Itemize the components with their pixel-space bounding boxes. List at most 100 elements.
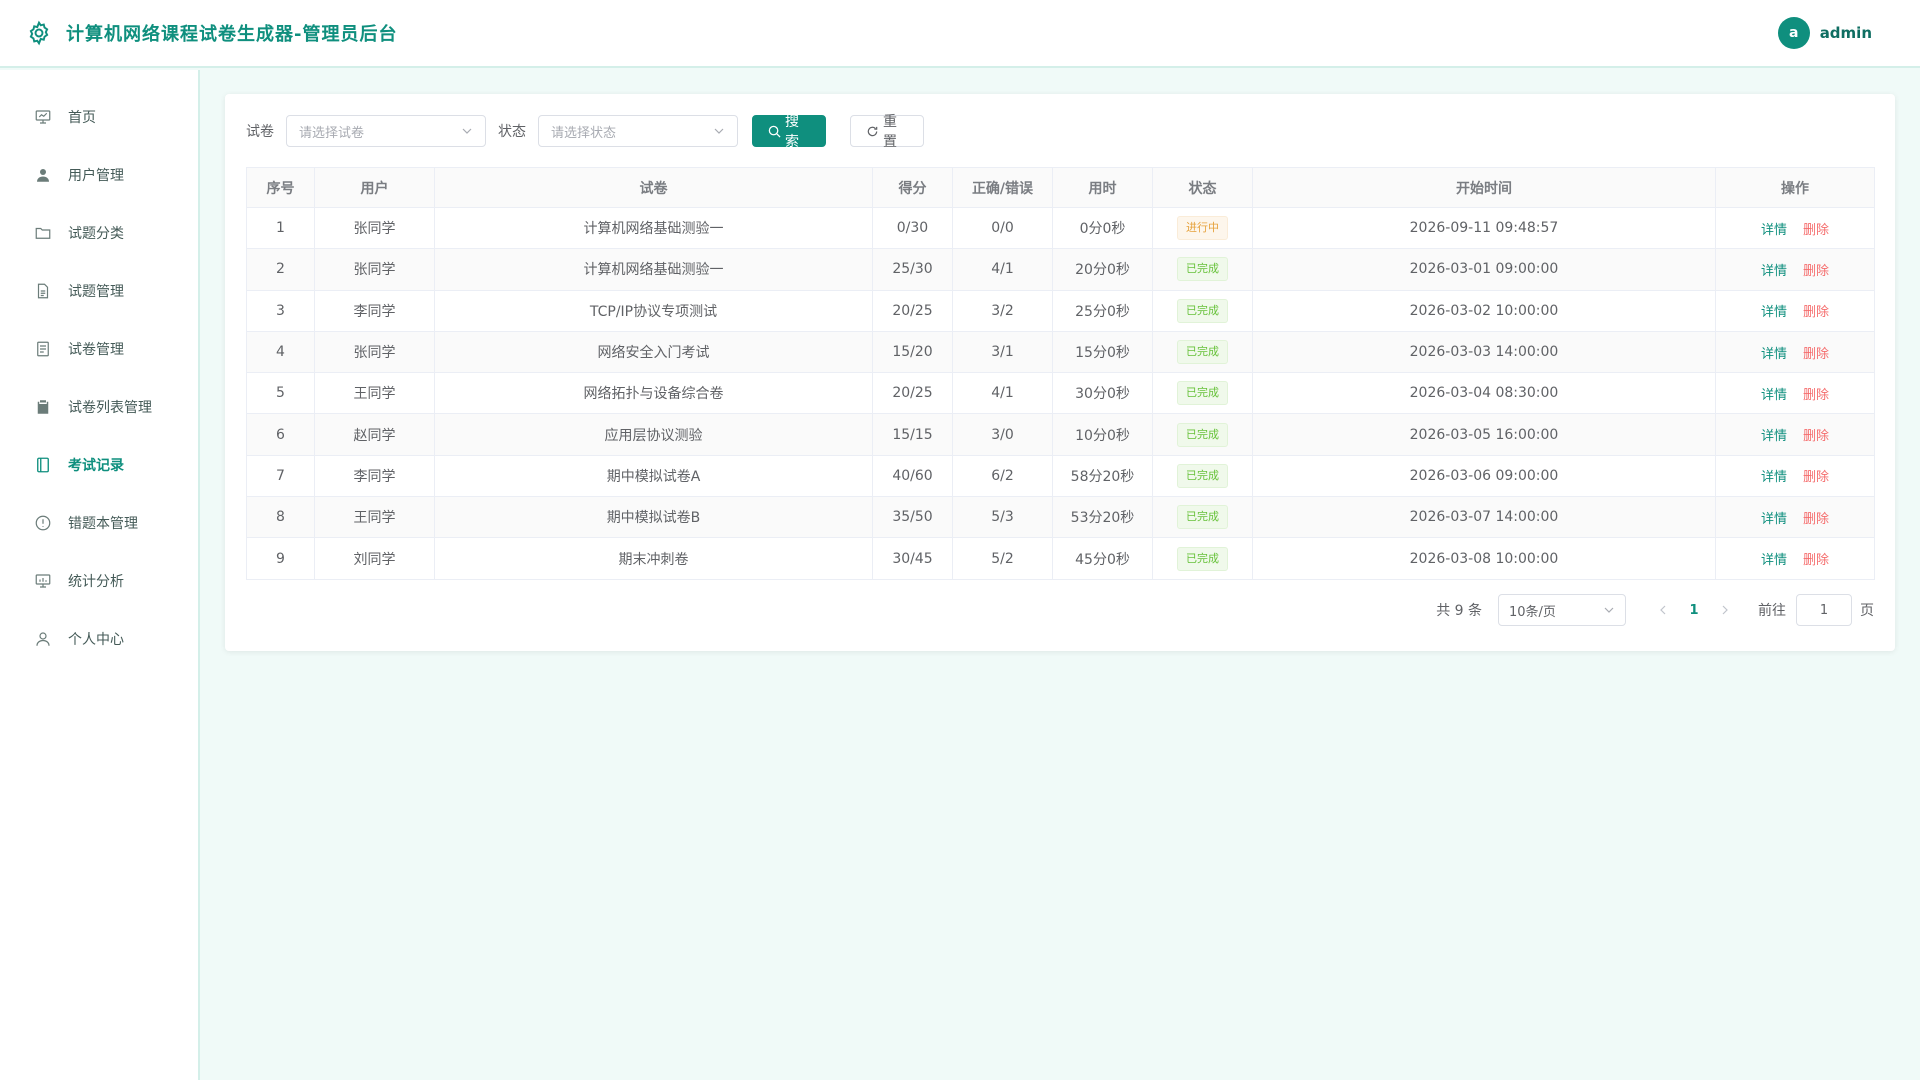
page-number-current[interactable]: 1 <box>1678 594 1710 626</box>
delete-link[interactable]: 删除 <box>1803 223 1829 238</box>
sidebar-item-label: 用户管理 <box>68 168 124 184</box>
status-badge: 已完成 <box>1177 546 1228 571</box>
refresh-icon <box>866 125 879 138</box>
view-detail-link[interactable]: 详情 <box>1761 512 1787 527</box>
paper-select[interactable]: 请选择试卷 <box>286 115 486 147</box>
prev-page-button[interactable] <box>1648 594 1678 626</box>
paper-icon <box>34 340 52 358</box>
jump-unit: 页 <box>1860 603 1874 619</box>
cell-score: 35/50 <box>872 496 953 539</box>
gear-icon <box>26 20 52 46</box>
cell-score: 0/30 <box>872 206 953 250</box>
delete-link[interactable]: 删除 <box>1803 512 1829 527</box>
avatar[interactable]: a <box>1777 17 1810 49</box>
exam-records-table: 序号 用户 试卷 得分 正确/错误 用时 状态 开始时间 操作 1 张同学 计算机网… <box>246 167 1875 580</box>
sidebar-item-label: 首页 <box>68 110 96 126</box>
col-header-user: 用户 <box>314 167 435 208</box>
sidebar-item-home[interactable]: 首页 <box>0 88 198 146</box>
cell-time: 30分0秒 <box>1052 372 1153 415</box>
view-detail-link[interactable]: 详情 <box>1761 470 1787 485</box>
paper-select-placeholder: 请选择试卷 <box>299 125 365 141</box>
cell-status: 已完成 <box>1152 248 1253 291</box>
cell-user: 李同学 <box>314 454 435 498</box>
table-row: 3 李同学 TCP/IP协议专项测试 20/25 3/2 25分0秒 已完成 2026-03-… <box>246 289 1875 332</box>
cell-no: 7 <box>246 454 315 498</box>
view-detail-link[interactable]: 详情 <box>1761 223 1787 238</box>
folder-icon <box>34 224 52 242</box>
table-row: 7 李同学 期中模拟试卷A 40/60 6/2 58分20秒 已完成 2026-03-06 0… <box>246 454 1875 498</box>
table-row: 1 张同学 计算机网络基础测验一 0/30 0/0 0分0秒 进行中 2026-09-11 0… <box>246 206 1875 250</box>
sidebar-item-statistics[interactable]: 统计分析 <box>0 552 198 610</box>
sidebar-item-label: 个人中心 <box>68 632 124 648</box>
cell-status: 已完成 <box>1152 289 1253 332</box>
jump-page-input[interactable] <box>1796 594 1852 626</box>
delete-link[interactable]: 删除 <box>1803 553 1829 568</box>
sidebar-item-questions[interactable]: 试题管理 <box>0 262 198 320</box>
delete-link[interactable]: 删除 <box>1803 305 1829 320</box>
view-detail-link[interactable]: 详情 <box>1761 347 1787 362</box>
delete-link[interactable]: 删除 <box>1803 264 1829 279</box>
delete-link[interactable]: 删除 <box>1803 429 1829 444</box>
cell-status: 已完成 <box>1152 372 1253 415</box>
cell-score: 20/25 <box>872 289 953 332</box>
cell-actions: 详情 删除 <box>1715 330 1875 374</box>
cell-user: 李同学 <box>314 289 435 332</box>
cell-time: 15分0秒 <box>1052 330 1153 374</box>
cell-paper: 期中模拟试卷B <box>434 496 873 539</box>
col-header-no: 序号 <box>246 167 315 208</box>
view-detail-link[interactable]: 详情 <box>1761 388 1787 403</box>
cell-ratio: 4/1 <box>952 248 1053 291</box>
sidebar-item-categories[interactable]: 试题分类 <box>0 204 198 262</box>
cell-ratio: 5/2 <box>952 537 1053 580</box>
view-detail-link[interactable]: 详情 <box>1761 429 1787 444</box>
chevron-left-icon <box>1657 604 1669 616</box>
col-header-status: 状态 <box>1152 167 1253 208</box>
sidebar-item-users[interactable]: 用户管理 <box>0 146 198 204</box>
delete-link[interactable]: 删除 <box>1803 388 1829 403</box>
cell-paper: 计算机网络基础测验一 <box>434 248 873 291</box>
sidebar-item-wrong-book[interactable]: 错题本管理 <box>0 494 198 552</box>
table-row: 5 王同学 网络拓扑与设备综合卷 20/25 4/1 30分0秒 已完成 2026-03-04… <box>246 372 1875 415</box>
jump-label: 前往 <box>1758 603 1786 619</box>
status-select[interactable]: 请选择状态 <box>538 115 738 147</box>
cell-no: 6 <box>246 413 315 456</box>
reset-button[interactable]: 重置 <box>850 114 924 150</box>
cell-time: 20分0秒 <box>1052 248 1153 291</box>
view-detail-link[interactable]: 详情 <box>1761 264 1787 279</box>
table-header-row: 序号 用户 试卷 得分 正确/错误 用时 状态 开始时间 操作 <box>246 167 1875 208</box>
status-badge: 已完成 <box>1177 257 1228 282</box>
cell-start-time: 2026-03-06 09:00:00 <box>1252 454 1716 498</box>
username[interactable]: admin <box>1820 24 1872 42</box>
view-detail-link[interactable]: 详情 <box>1761 553 1787 568</box>
cell-ratio: 0/0 <box>952 206 1053 250</box>
cell-time: 10分0秒 <box>1052 413 1153 456</box>
col-header-score: 得分 <box>872 167 953 208</box>
cell-ratio: 6/2 <box>952 454 1053 498</box>
cell-actions: 详情 删除 <box>1715 206 1875 250</box>
cell-user: 刘同学 <box>314 537 435 580</box>
cell-no: 4 <box>246 330 315 374</box>
cell-status: 已完成 <box>1152 454 1253 498</box>
sidebar-item-paper-list[interactable]: 试卷列表管理 <box>0 378 198 436</box>
filter-bar: 试卷 请选择试卷 状态 请选择状态 搜索 重置 <box>246 114 1874 150</box>
cell-time: 0分0秒 <box>1052 206 1153 250</box>
user-menu[interactable]: a admin <box>1777 17 1872 49</box>
sidebar-item-label: 试卷列表管理 <box>68 400 152 416</box>
dashboard-icon <box>34 108 52 126</box>
cell-time: 25分0秒 <box>1052 289 1153 332</box>
delete-link[interactable]: 删除 <box>1803 470 1829 485</box>
sidebar-item-papers[interactable]: 试卷管理 <box>0 320 198 378</box>
chart-icon <box>34 572 52 590</box>
view-detail-link[interactable]: 详情 <box>1761 305 1787 320</box>
cell-score: 25/30 <box>872 248 953 291</box>
clipboard-icon <box>34 398 52 416</box>
delete-link[interactable]: 删除 <box>1803 347 1829 362</box>
cell-paper: TCP/IP协议专项测试 <box>434 289 873 332</box>
search-button[interactable]: 搜索 <box>752 114 826 150</box>
page-size-select[interactable]: 10条/页 <box>1498 594 1626 626</box>
sidebar-item-exam-records[interactable]: 考试记录 <box>0 436 198 494</box>
next-page-button[interactable] <box>1710 594 1740 626</box>
cell-actions: 详情 删除 <box>1715 248 1875 291</box>
cell-time: 58分20秒 <box>1052 454 1153 498</box>
sidebar-item-profile[interactable]: 个人中心 <box>0 610 198 668</box>
